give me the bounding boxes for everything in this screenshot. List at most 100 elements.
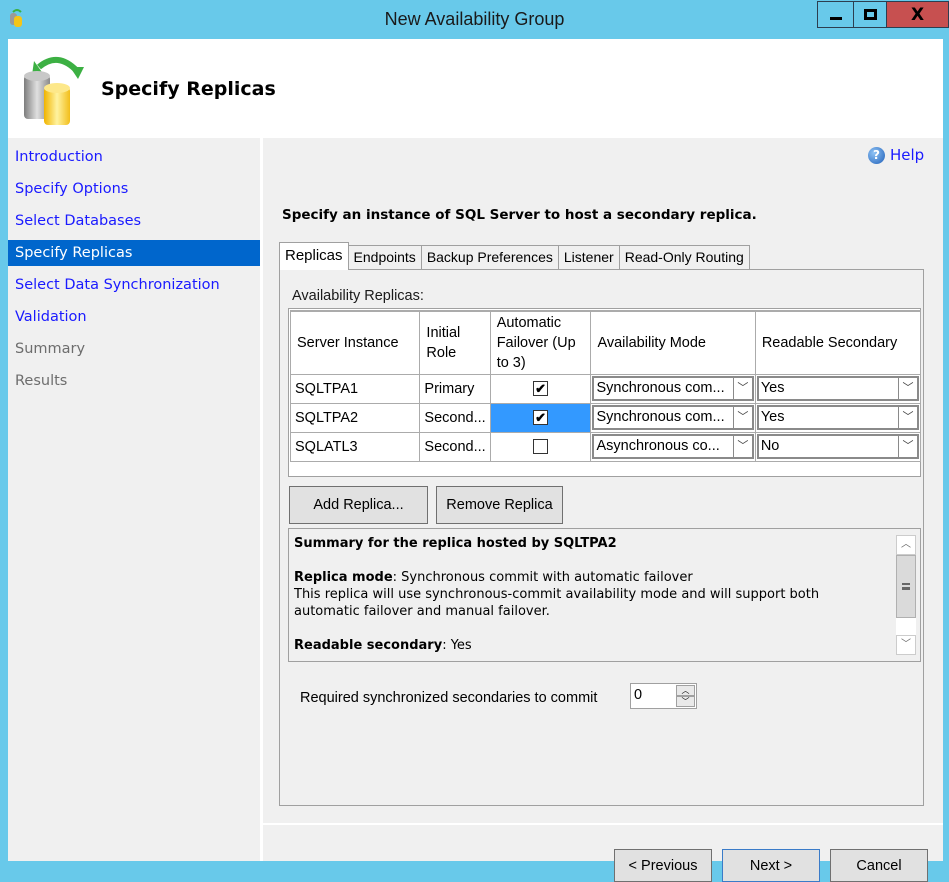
wizard-nav: Introduction Specify Options Select Data… [8,140,260,861]
help-icon: ? [868,146,885,164]
automatic-failover-checkbox[interactable]: ✔ [533,410,549,426]
replica-mode-line: Replica mode: Synchronous commit with au… [294,569,884,586]
main-content: ? Help Specify an instance of SQL Server… [263,140,943,882]
server-instance-cell[interactable]: SQLTPA1 [289,373,421,404]
replica-mode-value: : Synchronous commit with automatic fail… [392,570,693,585]
readable-secondary-value: Yes [760,380,785,396]
nav-item-select-data-synchronization[interactable]: Select Data Synchronization [8,272,260,298]
required-sync-secondaries-label: Required synchronized secondaries to com… [300,690,598,706]
scroll-thumb[interactable] [896,555,916,618]
availability-mode-value: Asynchronous co... [596,438,720,454]
initial-role-cell[interactable]: Second... [419,402,491,433]
nav-item-introduction[interactable]: Introduction [8,144,260,170]
spinner-value[interactable]: 0 [634,687,642,703]
automatic-failover-cell[interactable]: ✔ [489,373,592,404]
readable-secondary-label: Readable secondary [294,638,443,653]
spin-down-button[interactable]: ﹀ [676,696,695,707]
nav-item-results: Results [15,373,68,389]
chevron-down-icon[interactable]: ﹀ [732,407,752,428]
page-title: Specify Replicas [101,78,276,100]
column-header-automatic-failover[interactable]: Automatic Failover (Up to 3) [489,310,592,375]
server-instance-cell[interactable]: SQLTPA2 [289,402,421,433]
minimize-button[interactable] [817,1,854,28]
wizard-header: Specify Replicas [8,39,943,138]
help-link[interactable]: ? Help [868,146,924,164]
chevron-down-icon[interactable]: ﹀ [732,436,752,457]
nav-item-summary: Summary [15,341,86,357]
previous-button[interactable]: < Previous [614,849,712,882]
readable-secondary-line: Readable secondary: Yes [294,637,884,654]
chevron-down-icon[interactable]: ﹀ [898,378,917,399]
nav-item-validation[interactable]: Validation [8,304,260,330]
column-header-availability-mode[interactable]: Availability Mode [590,310,756,375]
cancel-button[interactable]: Cancel [830,849,928,882]
readable-secondary-cell: No ﹀ [754,431,922,462]
readable-secondary-dropdown[interactable]: No ﹀ [756,434,919,459]
replicas-tab-panel: Availability Replicas: Server Instance I… [279,269,924,806]
readable-secondary-value: Yes [760,409,785,425]
initial-role-cell[interactable]: Primary [419,373,491,404]
maximize-button[interactable] [853,1,887,28]
readable-secondary-value: No [760,438,780,454]
tab-read-only-routing[interactable]: Read-Only Routing [619,245,750,270]
chevron-down-icon[interactable]: ﹀ [898,436,917,457]
close-icon: X [910,4,925,25]
help-label: Help [890,146,925,164]
scroll-up-button[interactable]: ︿ [896,535,916,555]
tab-replicas[interactable]: Replicas [279,242,349,270]
tab-backup-preferences[interactable]: Backup Preferences [421,245,559,270]
database-replicas-icon [24,57,84,125]
availability-replicas-label: Availability Replicas: [292,288,424,304]
table-row[interactable]: SQLTPA2 Second... ✔ Synchronous com... ﹀ … [289,402,922,433]
column-header-server-instance[interactable]: Server Instance [289,310,421,375]
readable-secondary-summary-value: : Yes [442,638,472,653]
remove-replica-button[interactable]: Remove Replica [436,486,563,524]
close-button[interactable]: X [886,1,949,28]
required-sync-secondaries-spinner[interactable]: 0 ︿ ﹀ [630,683,697,709]
initial-role-cell[interactable]: Second... [419,431,491,462]
tab-endpoints[interactable]: Endpoints [348,245,422,270]
readable-secondary-dropdown[interactable]: Yes ﹀ [756,376,919,401]
grip-icon [902,583,910,590]
availability-mode-dropdown[interactable]: Synchronous com... ﹀ [592,376,754,401]
replica-mode-description: This replica will use synchronous-commit… [294,587,820,619]
add-replica-button[interactable]: Add Replica... [289,486,428,524]
automatic-failover-checkbox[interactable] [533,439,549,455]
instruction-text: Specify an instance of SQL Server to hos… [282,207,757,223]
scroll-down-button[interactable]: ﹀ [896,635,916,655]
readable-secondary-cell: Yes ﹀ [754,402,922,433]
replica-mode-label: Replica mode [294,570,393,585]
availability-mode-cell: Synchronous com... ﹀ [590,373,756,404]
replica-summary-text: Summary for the replica hosted by SQLTPA… [294,535,884,654]
automatic-failover-cell[interactable] [489,431,592,462]
nav-item-specify-options[interactable]: Specify Options [8,176,260,202]
footer-divider [263,823,943,825]
availability-mode-dropdown[interactable]: Asynchronous co... ﹀ [592,434,754,459]
column-header-initial-role[interactable]: Initial Role [419,310,491,375]
replicas-grid: Server Instance Initial Role Automatic F… [288,308,922,477]
column-header-readable-secondary[interactable]: Readable Secondary [754,310,922,375]
chevron-down-icon[interactable]: ﹀ [732,378,752,399]
table-row[interactable]: SQLTPA1 Primary ✔ Synchronous com... ﹀ Ye… [289,373,922,404]
availability-mode-dropdown[interactable]: Synchronous com... ﹀ [592,405,754,430]
title-bar: New Availability Group X [0,0,949,40]
availability-mode-cell: Asynchronous co... ﹀ [590,431,756,462]
window-title: New Availability Group [384,9,565,29]
availability-mode-value: Synchronous com... [596,380,725,396]
tab-strip: Replicas Endpoints Backup Preferences Li… [279,242,750,270]
spin-up-button[interactable]: ︿ [676,685,695,696]
table-row[interactable]: SQLATL3 Second... Asynchronous co... ﹀ No… [289,431,922,462]
availability-mode-cell: Synchronous com... ﹀ [590,402,756,433]
nav-item-select-databases[interactable]: Select Databases [8,208,260,234]
replica-summary-panel: Summary for the replica hosted by SQLTPA… [288,528,921,662]
next-button[interactable]: Next > [722,849,820,882]
availability-mode-value: Synchronous com... [596,409,725,425]
automatic-failover-cell[interactable]: ✔ [489,402,592,433]
server-instance-cell[interactable]: SQLATL3 [289,431,421,462]
automatic-failover-checkbox[interactable]: ✔ [533,381,549,397]
chevron-down-icon[interactable]: ﹀ [898,407,917,428]
summary-scrollbar[interactable]: ︿ ﹀ [896,535,916,655]
tab-listener[interactable]: Listener [558,245,620,270]
readable-secondary-dropdown[interactable]: Yes ﹀ [756,405,919,430]
nav-item-specify-replicas[interactable]: Specify Replicas [8,240,260,266]
